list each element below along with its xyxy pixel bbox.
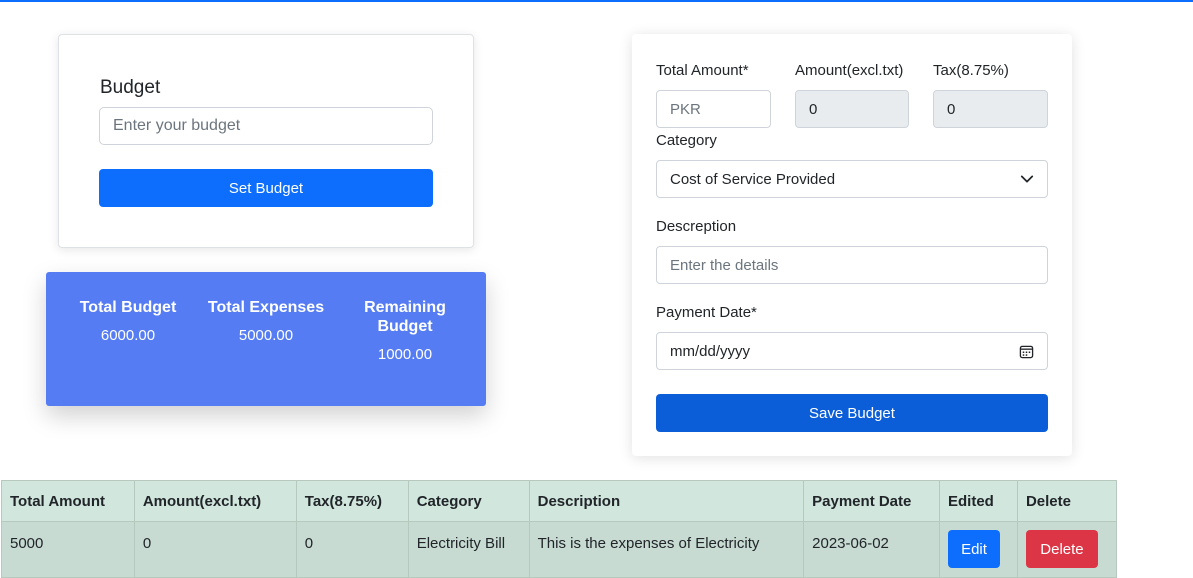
cell-delete: Delete: [1016, 521, 1118, 578]
header-category: Category: [407, 480, 530, 522]
total-expenses-label: Total Expenses: [207, 299, 325, 316]
budget-input[interactable]: [99, 107, 433, 145]
remaining-budget-value: 1000.00: [377, 346, 433, 363]
amount-excl-field: 0: [795, 90, 909, 128]
header-delete: Delete: [1016, 480, 1118, 522]
payment-date-placeholder: mm/dd/yyyy: [670, 342, 751, 360]
cell-tax: 0: [295, 521, 409, 578]
header-edited: Edited: [939, 480, 1018, 522]
total-amount-input[interactable]: [656, 90, 771, 128]
tax-label: Tax(8.75%): [933, 62, 1009, 79]
header-payment-date: Payment Date: [803, 480, 940, 522]
description-input[interactable]: [656, 246, 1048, 284]
cell-total-amount: 5000: [1, 521, 135, 578]
cell-edit: Edit: [939, 521, 1018, 578]
header-amount-excl: Amount(excl.txt): [133, 480, 297, 522]
tax-field: 0: [933, 90, 1048, 128]
category-select[interactable]: Cost of Service Provided: [656, 160, 1048, 198]
table-row: 5000 0 0 Electricity Bill This is the ex…: [1, 521, 1118, 578]
payment-date-label: Payment Date*: [656, 304, 757, 321]
cell-description: This is the expenses of Electricity: [528, 521, 805, 578]
category-label: Category: [656, 132, 717, 149]
expenses-table: Total Amount Amount(excl.txt) Tax(8.75%)…: [1, 480, 1118, 578]
cell-payment-date: 2023-06-02: [803, 521, 940, 578]
total-budget-label: Total Budget: [79, 299, 177, 316]
total-budget-value: 6000.00: [100, 327, 156, 344]
header-total-amount: Total Amount: [1, 480, 135, 522]
total-amount-label: Total Amount*: [656, 62, 749, 79]
table-header-row: Total Amount Amount(excl.txt) Tax(8.75%)…: [1, 480, 1118, 522]
save-budget-button[interactable]: Save Budget: [656, 394, 1048, 432]
header-tax: Tax(8.75%): [295, 480, 409, 522]
delete-button[interactable]: Delete: [1025, 530, 1098, 568]
header-description: Description: [528, 480, 805, 522]
edit-button[interactable]: Edit: [948, 530, 1000, 568]
total-expenses-stat: Total Expenses 5000.00: [196, 298, 336, 344]
set-budget-button[interactable]: Set Budget: [99, 169, 433, 207]
cell-amount-excl: 0: [133, 521, 297, 578]
category-selected-value: Cost of Service Provided: [670, 170, 836, 188]
chevron-down-icon: [1020, 175, 1034, 183]
total-budget-stat: Total Budget 6000.00: [58, 298, 198, 344]
remaining-budget-label: Remaining Budget: [364, 299, 446, 335]
budget-summary-card: Total Budget 6000.00 Total Expenses 5000…: [46, 272, 486, 406]
budget-title: Budget: [100, 77, 161, 98]
budget-card: Budget Set Budget: [58, 34, 474, 248]
description-label: Descreption: [656, 218, 737, 235]
expense-form-card: Total Amount* Amount(excl.txt) Tax(8.75%…: [632, 34, 1072, 456]
top-accent-line: [0, 0, 1193, 2]
total-expenses-value: 5000.00: [238, 327, 294, 344]
amount-excl-label: Amount(excl.txt): [795, 62, 904, 79]
remaining-budget-stat: Remaining Budget 1000.00: [335, 298, 475, 363]
payment-date-input[interactable]: mm/dd/yyyy: [656, 332, 1048, 370]
calendar-icon[interactable]: [1019, 344, 1034, 359]
cell-category: Electricity Bill: [407, 521, 530, 578]
